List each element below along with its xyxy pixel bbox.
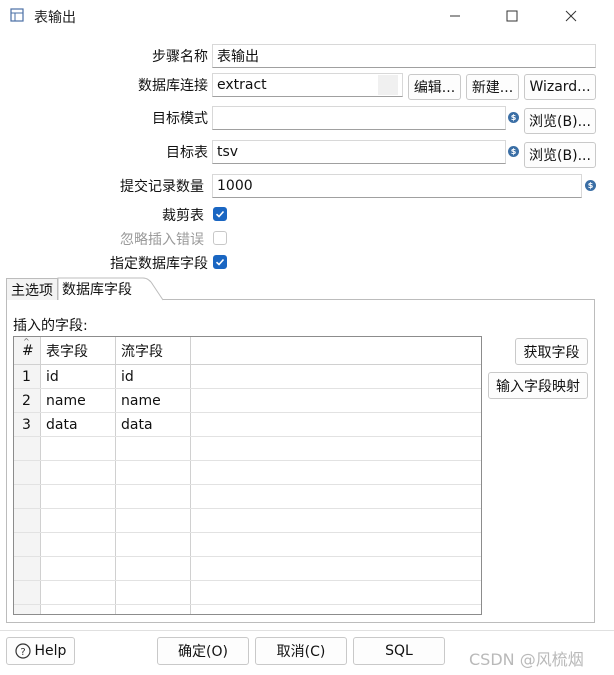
browse-schema-button[interactable]: 浏览(B)... [524, 108, 596, 134]
ignore-errors-label: 忽略插入错误 [120, 232, 204, 248]
target-schema-field[interactable] [212, 106, 506, 130]
maximize-button[interactable] [489, 0, 535, 32]
checkmark-icon [215, 210, 225, 218]
help-icon: ? [14, 643, 31, 659]
commit-size-label: 提交记录数量 [120, 179, 204, 195]
minimize-icon [450, 15, 460, 17]
wizard-button[interactable]: Wizard... [524, 74, 596, 100]
checkmark-icon [215, 258, 225, 266]
db-connection-value: extract [217, 77, 267, 93]
ok-button[interactable]: 确定(O) [157, 637, 249, 665]
commit-size-field[interactable]: 1000 [212, 174, 582, 198]
truncate-label: 裁剪表 [162, 208, 204, 224]
column-header-stream-field[interactable]: 流字段 [121, 337, 163, 364]
svg-text:?: ? [20, 647, 25, 658]
table-output-icon [10, 8, 24, 22]
new-connection-button[interactable]: 新建... [466, 74, 519, 100]
browse-table-button[interactable]: 浏览(B)... [524, 142, 596, 168]
table-field-cell[interactable]: name [46, 389, 86, 413]
db-connection-label: 数据库连接 [138, 78, 208, 94]
help-button[interactable]: ? Help [6, 637, 75, 665]
variable-icon: $ [585, 180, 596, 191]
specify-fields-label: 指定数据库字段 [110, 256, 208, 272]
window-title: 表输出 [34, 10, 76, 26]
row-number: 2 [22, 393, 31, 409]
close-button[interactable] [548, 0, 594, 32]
sort-icon: ^ [23, 337, 30, 346]
fields-table[interactable]: # ^ 表字段 流字段 1 id id 2 name name 3 data d… [13, 336, 482, 615]
tab-main-options[interactable]: 主选项 [6, 278, 58, 300]
table-field-cell[interactable]: data [46, 413, 78, 437]
title-bar: 表输出 [0, 0, 614, 32]
edit-connection-button[interactable]: 编辑... [408, 74, 461, 100]
step-name-field[interactable]: 表输出 [212, 44, 596, 68]
variable-icon: $ [508, 112, 519, 123]
watermark: CSDN @风梳烟 [469, 650, 584, 669]
close-icon [565, 10, 577, 22]
help-label: Help [34, 643, 67, 659]
column-header-table-field[interactable]: 表字段 [46, 337, 88, 364]
footer-divider [0, 630, 614, 631]
inserted-fields-caption: 插入的字段: [13, 318, 88, 334]
table-field-cell[interactable]: id [46, 365, 59, 389]
variable-icon: $ [508, 146, 519, 157]
tab-db-fields[interactable]: 数据库字段 [58, 278, 148, 300]
target-table-label: 目标表 [166, 145, 208, 161]
sql-button[interactable]: SQL [353, 637, 445, 665]
stream-field-cell[interactable]: id [121, 365, 134, 389]
db-connection-select[interactable]: extract [212, 73, 403, 97]
row-number: 1 [22, 369, 31, 385]
target-table-field[interactable]: tsv [212, 140, 506, 164]
maximize-icon [506, 10, 518, 22]
minimize-button[interactable] [432, 0, 478, 32]
field-mapping-button[interactable]: 输入字段映射 [488, 372, 588, 399]
get-fields-button[interactable]: 获取字段 [515, 338, 588, 365]
specify-fields-checkbox[interactable] [213, 255, 227, 269]
cancel-button[interactable]: 取消(C) [255, 637, 347, 665]
target-schema-label: 目标模式 [152, 111, 208, 127]
stream-field-cell[interactable]: name [121, 389, 161, 413]
truncate-checkbox[interactable] [213, 207, 227, 221]
ignore-errors-checkbox[interactable] [213, 231, 227, 245]
dropdown-handle[interactable] [378, 75, 398, 95]
step-name-label: 步骤名称 [152, 49, 208, 65]
stream-field-cell[interactable]: data [121, 413, 153, 437]
row-number: 3 [22, 417, 31, 433]
